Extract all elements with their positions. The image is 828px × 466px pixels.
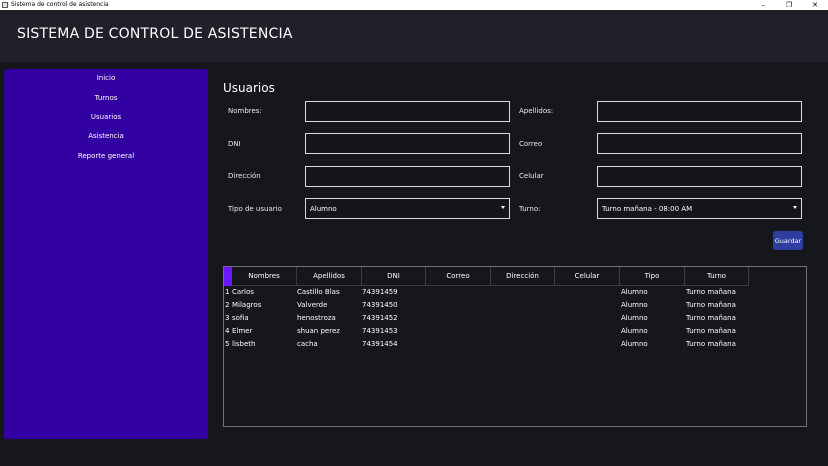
table-cell[interactable]: Alumno xyxy=(621,288,648,296)
close-icon[interactable]: ✕ xyxy=(802,0,828,10)
table-cell[interactable]: Turno mañana xyxy=(686,327,736,335)
turno-select[interactable]: Turno mañana - 08:00 AM xyxy=(597,198,802,219)
table-cell[interactable]: Valverde xyxy=(297,301,327,309)
app-title: SISTEMA DE CONTROL DE ASISTENCIA xyxy=(17,26,293,42)
table-cell[interactable]: lisbeth xyxy=(232,340,255,348)
table-cell[interactable]: 74391452 xyxy=(362,314,398,322)
row-number[interactable]: 4 xyxy=(225,327,229,335)
celular-input[interactable] xyxy=(597,166,802,187)
apellidos-input[interactable] xyxy=(597,101,802,122)
table-cell[interactable]: Carlos xyxy=(232,288,254,296)
row-number[interactable]: 1 xyxy=(225,288,229,296)
table-cell[interactable]: Turno mañana xyxy=(686,340,736,348)
chevron-down-icon xyxy=(501,206,505,209)
row-number[interactable]: 2 xyxy=(225,301,229,309)
table-cell[interactable]: 74391454 xyxy=(362,340,398,348)
chevron-down-icon xyxy=(793,206,797,209)
table-cell[interactable]: cacha xyxy=(297,340,318,348)
column-header-celular[interactable]: Celular xyxy=(555,267,620,286)
direccion-input[interactable] xyxy=(305,166,510,187)
table-cell[interactable]: Turno mañana xyxy=(686,301,736,309)
table-cell[interactable]: shuan perez xyxy=(297,327,340,335)
sidebar-item-inicio[interactable]: Inicio xyxy=(4,74,208,82)
row-number[interactable]: 5 xyxy=(225,340,229,348)
tipo-usuario-select[interactable]: Alumno xyxy=(305,198,510,219)
direccion-label: Dirección xyxy=(228,172,261,180)
window-controls: – ❐ ✕ xyxy=(750,0,828,10)
correo-label: Correo xyxy=(519,140,543,148)
tipo-usuario-label: Tipo de usuario xyxy=(228,205,282,213)
table-cell[interactable]: henostroza xyxy=(297,314,336,322)
column-header-nombres[interactable]: Nombres xyxy=(232,267,297,286)
column-header-turno[interactable]: Turno xyxy=(685,267,749,286)
sidebar-item-reporte-general[interactable]: Reporte general xyxy=(4,152,208,160)
turno-label: Turno: xyxy=(519,205,541,213)
nombres-label: Nombres: xyxy=(228,107,262,115)
sidebar-item-usuarios[interactable]: Usuarios xyxy=(4,113,208,121)
table-cell[interactable]: Elmer xyxy=(232,327,252,335)
users-table: Nombres Apellidos DNI Correo Dirección C… xyxy=(223,266,807,427)
table-cell[interactable]: Alumno xyxy=(621,301,648,309)
apellidos-label: Apellidos: xyxy=(519,107,554,115)
table-cell[interactable]: Milagros xyxy=(232,301,261,309)
table-cell[interactable]: 74391450 xyxy=(362,301,398,309)
column-header-correo[interactable]: Correo xyxy=(426,267,491,286)
turno-selected-value: Turno mañana - 08:00 AM xyxy=(602,204,693,213)
table-cell[interactable]: Turno mañana xyxy=(686,314,736,322)
dni-label: DNI xyxy=(228,140,241,148)
nombres-input[interactable] xyxy=(305,101,510,122)
window-title: Sistema de control de asistencia xyxy=(11,1,109,8)
dni-input[interactable] xyxy=(305,133,510,154)
sidebar-item-asistencia[interactable]: Asistencia xyxy=(4,132,208,140)
correo-input[interactable] xyxy=(597,133,802,154)
table-cell[interactable]: sofia xyxy=(232,314,249,322)
app-window-icon xyxy=(2,2,8,8)
celular-label: Celular xyxy=(519,172,544,180)
column-header-dni[interactable]: DNI xyxy=(362,267,426,286)
sidebar: Inicio Turnos Usuarios Asistencia Report… xyxy=(4,69,208,439)
table-cell[interactable]: 74391453 xyxy=(362,327,398,335)
minimize-icon[interactable]: – xyxy=(750,0,776,10)
table-cell[interactable]: Alumno xyxy=(621,340,648,348)
tipo-usuario-selected-value: Alumno xyxy=(310,204,337,213)
maximize-icon[interactable]: ❐ xyxy=(776,0,802,10)
sidebar-item-turnos[interactable]: Turnos xyxy=(4,94,208,102)
table-corner-button[interactable] xyxy=(224,267,232,286)
column-header-direccion[interactable]: Dirección xyxy=(491,267,555,286)
table-cell[interactable]: 74391459 xyxy=(362,288,398,296)
table-cell[interactable]: Alumno xyxy=(621,327,648,335)
row-number[interactable]: 3 xyxy=(225,314,229,322)
column-header-tipo[interactable]: Tipo xyxy=(620,267,685,286)
window-titlebar: Sistema de control de asistencia – ❐ ✕ xyxy=(0,0,828,10)
table-cell[interactable]: Alumno xyxy=(621,314,648,322)
table-cell[interactable]: Castillo Blas xyxy=(297,288,340,296)
column-header-apellidos[interactable]: Apellidos xyxy=(297,267,362,286)
table-cell[interactable]: Turno mañana xyxy=(686,288,736,296)
app-header: SISTEMA DE CONTROL DE ASISTENCIA xyxy=(0,10,828,62)
page-title: Usuarios xyxy=(223,81,275,95)
save-button[interactable]: Guardar xyxy=(773,231,803,250)
